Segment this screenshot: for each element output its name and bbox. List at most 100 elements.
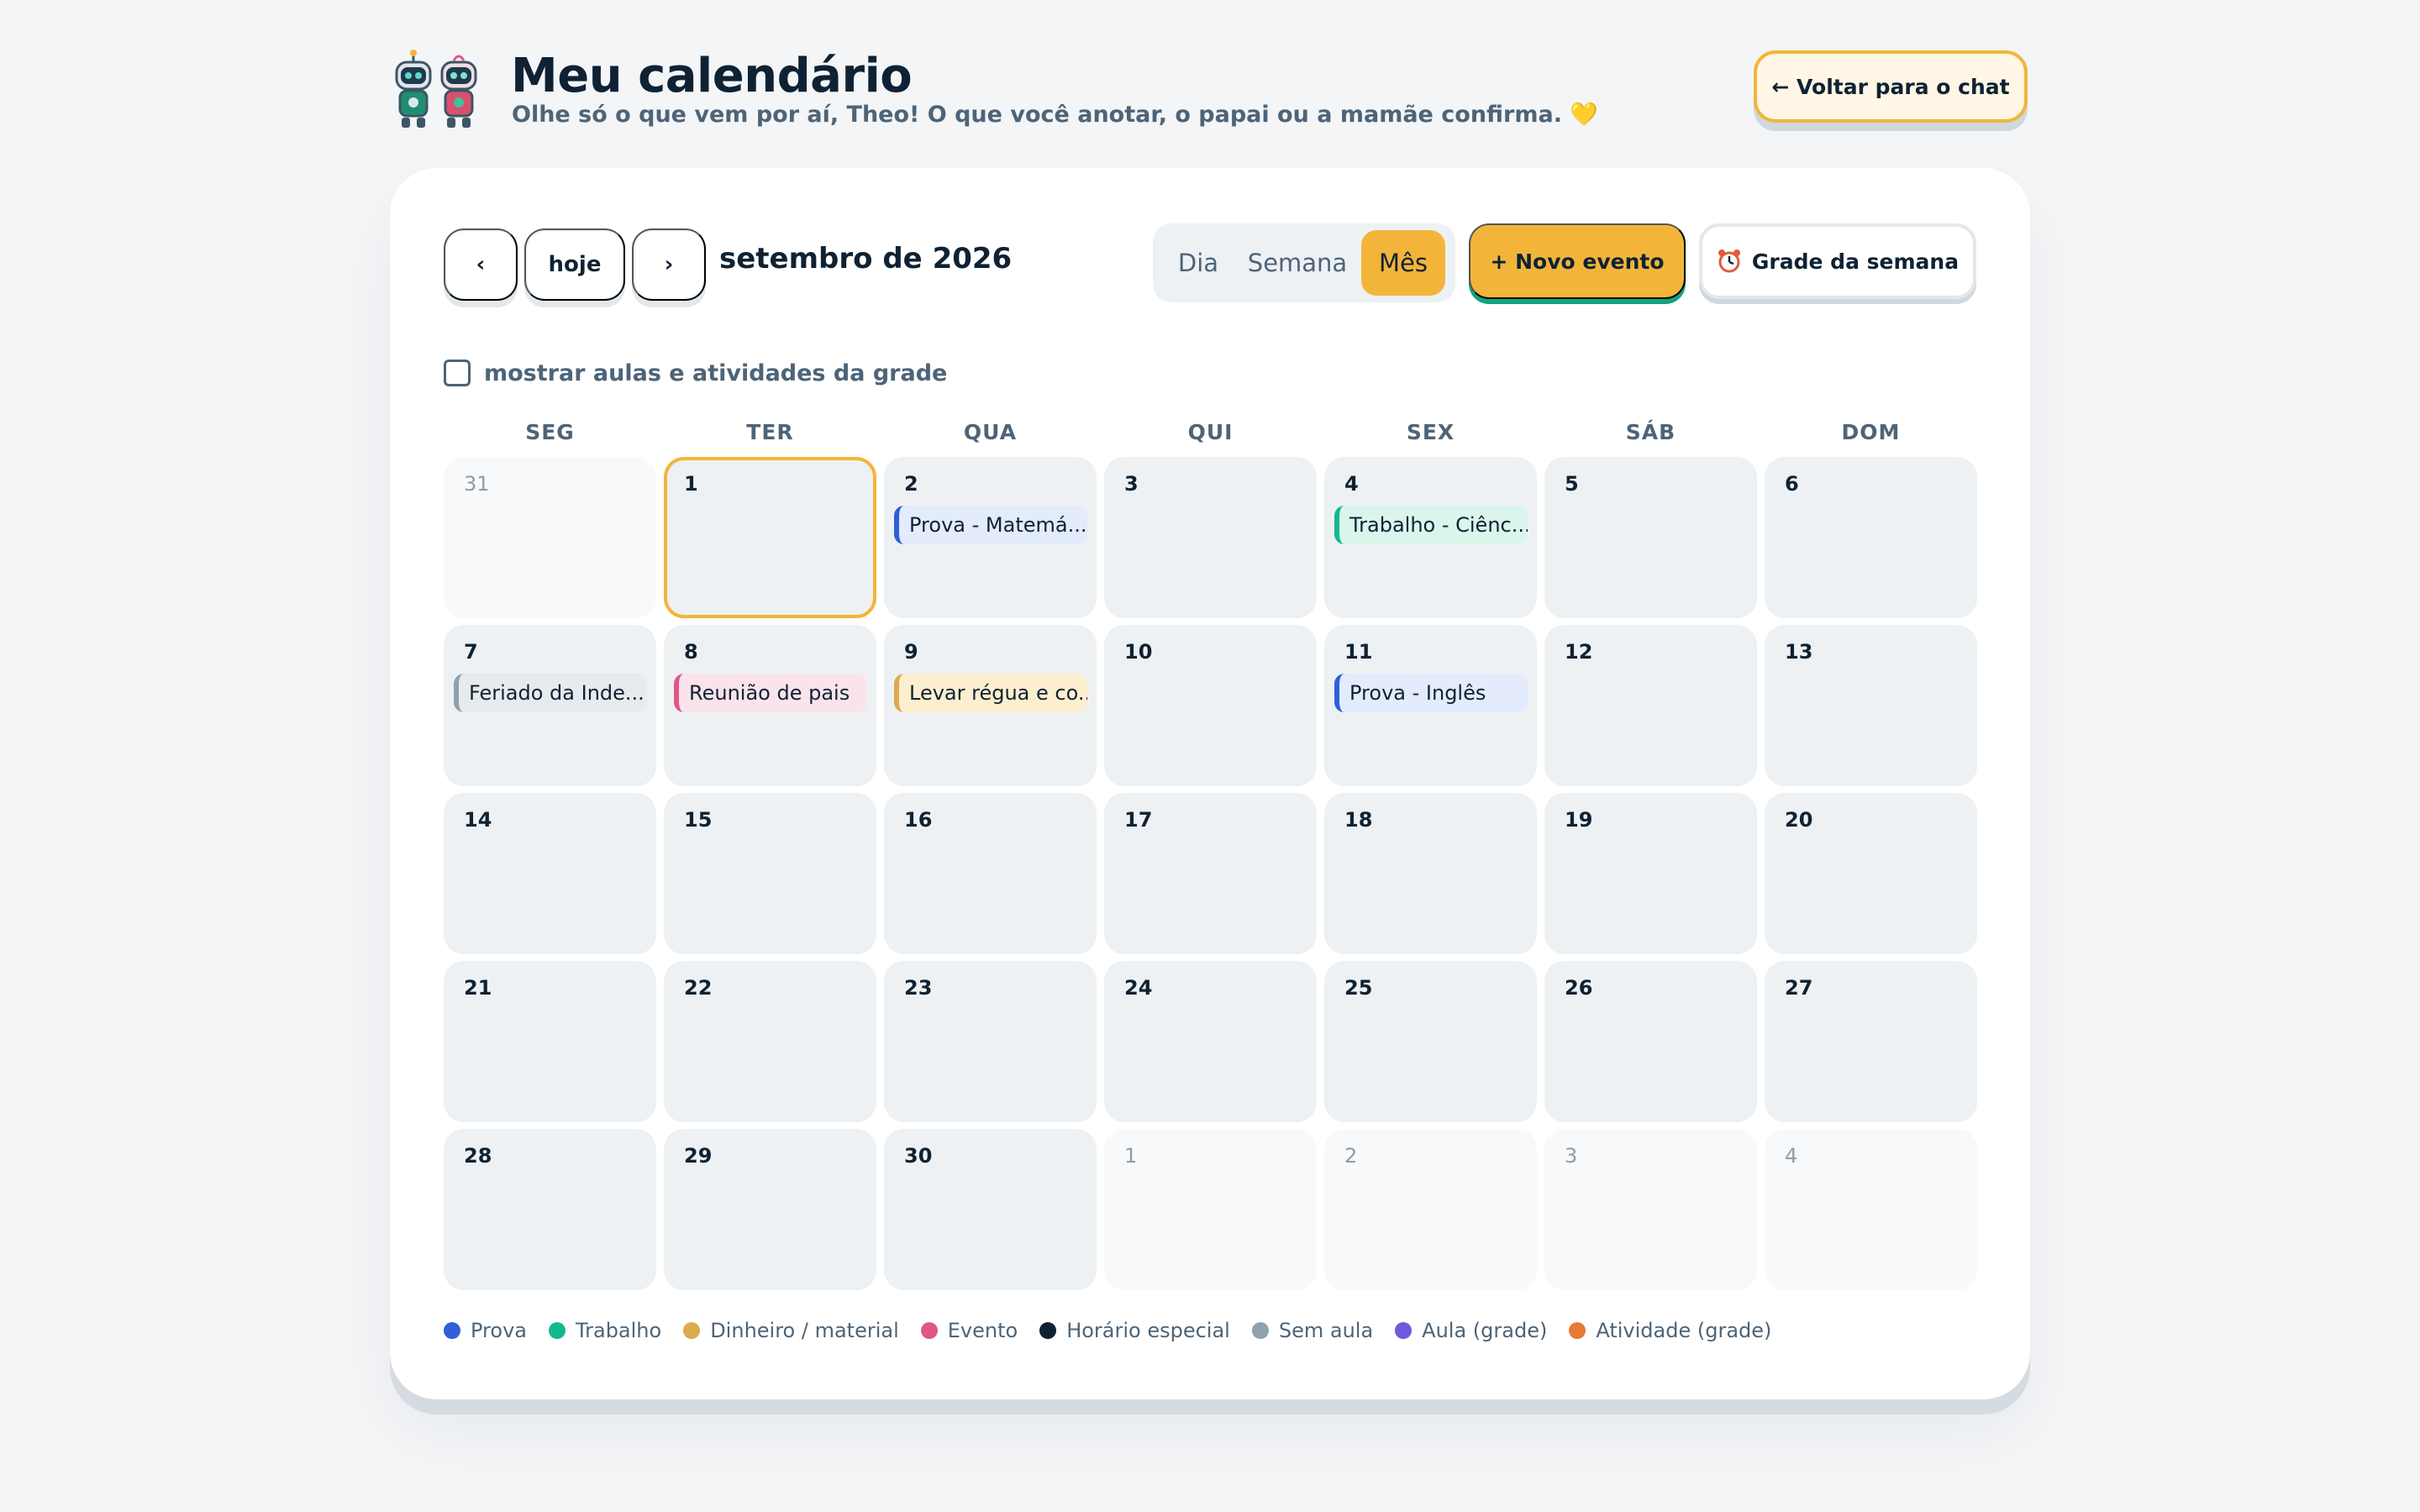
weekday-label: TER — [746, 420, 794, 444]
day-number: 22 — [684, 976, 713, 1000]
weekday-label: QUA — [963, 420, 1018, 444]
day-cell[interactable]: 31 — [444, 457, 656, 618]
day-cell[interactable]: 13 — [1765, 625, 1977, 786]
day-cell[interactable]: 5 — [1544, 457, 1757, 618]
weekday-label: SEX — [1406, 420, 1455, 444]
day-cell[interactable]: 14 — [444, 793, 656, 954]
day-number: 3 — [1565, 1144, 1578, 1168]
today-button[interactable]: hoje — [524, 228, 625, 301]
legend-label: Atividade (grade) — [1596, 1319, 1772, 1342]
day-cell[interactable]: 21 — [444, 961, 656, 1122]
day-number: 11 — [1344, 640, 1373, 664]
day-cell[interactable]: 1 — [1104, 1129, 1317, 1290]
day-cell[interactable]: 25 — [1324, 961, 1537, 1122]
day-cell[interactable]: 10 — [1104, 625, 1317, 786]
legend-item: Horário especial — [1039, 1319, 1230, 1342]
day-cell[interactable]: 3 — [1104, 457, 1317, 618]
day-cell[interactable]: 24 — [1104, 961, 1317, 1122]
page-subtitle: Olhe só o que vem por aí, Theo! O que vo… — [512, 102, 1598, 128]
legend-item: Prova — [444, 1319, 527, 1342]
current-month-label: setembro de 2026 — [719, 242, 1013, 276]
category-legend: Prova Trabalho Dinheiro / material Evento Ho… — [444, 1315, 1793, 1346]
legend-label: Sem aula — [1278, 1319, 1374, 1342]
day-cell[interactable]: 27 — [1765, 961, 1977, 1122]
day-cell[interactable]: 20 — [1765, 793, 1977, 954]
day-cell[interactable]: 22 — [664, 961, 876, 1122]
day-number: 31 — [464, 472, 490, 496]
day-number: 30 — [904, 1144, 933, 1168]
day-number: 21 — [464, 976, 492, 1000]
day-number: 18 — [1344, 808, 1373, 832]
event-chip[interactable]: Prova - Matemá... — [894, 506, 1087, 544]
legend-label: Evento — [947, 1319, 1018, 1342]
day-cell[interactable]: 18 — [1324, 793, 1537, 954]
event-chip[interactable]: Prova - Inglês — [1334, 674, 1528, 712]
day-cell[interactable]: 28 — [444, 1129, 656, 1290]
legend-item: Trabalho — [548, 1319, 662, 1342]
day-cell[interactable]: 12 — [1544, 625, 1757, 786]
weekday-header: SEG TER QUA QUI SEX SÁB DOM — [444, 420, 1978, 454]
week-grid-label: Grade da semana — [1751, 249, 1960, 274]
day-cell[interactable]: 16 — [884, 793, 1097, 954]
legend-item: Dinheiro / material — [683, 1319, 899, 1342]
day-cell[interactable]: 4 — [1765, 1129, 1977, 1290]
day-number: 16 — [904, 808, 933, 832]
day-number: 17 — [1124, 808, 1153, 832]
day-number: 14 — [464, 808, 492, 832]
day-cell[interactable]: 2 Prova - Matemá... — [884, 457, 1097, 618]
day-cell[interactable]: 15 — [664, 793, 876, 954]
day-cell[interactable]: 17 — [1104, 793, 1317, 954]
day-cell[interactable]: 6 — [1765, 457, 1977, 618]
prev-month-button[interactable]: ‹ — [444, 228, 518, 301]
day-number: 26 — [1565, 976, 1593, 1000]
day-cell-today[interactable]: 1 — [664, 457, 876, 618]
view-week-tab[interactable]: Semana — [1240, 230, 1355, 296]
day-cell[interactable]: 7 Feriado da Inde... — [444, 625, 656, 786]
view-month-tab[interactable]: Mês — [1361, 230, 1445, 296]
day-number: 15 — [684, 808, 713, 832]
page-header: Meu calendário Olhe só o que vem por aí,… — [390, 47, 2028, 139]
day-number: 23 — [904, 976, 933, 1000]
day-cell[interactable]: 19 — [1544, 793, 1757, 954]
legend-dot-icon — [920, 1322, 938, 1339]
day-cell[interactable]: 2 — [1324, 1129, 1537, 1290]
event-chip[interactable]: Trabalho - Ciênc... — [1334, 506, 1528, 544]
day-cell[interactable]: 8 Reunião de pais — [664, 625, 876, 786]
week-grid-button[interactable]: Grade da semana — [1699, 223, 1976, 299]
day-cell[interactable]: 9 Levar régua e co... — [884, 625, 1097, 786]
legend-dot-icon — [1569, 1322, 1586, 1339]
day-cell[interactable]: 4 Trabalho - Ciênc... — [1324, 457, 1537, 618]
day-number: 12 — [1565, 640, 1593, 664]
new-event-button[interactable]: + Novo evento — [1469, 223, 1686, 299]
day-number: 19 — [1565, 808, 1593, 832]
day-number: 7 — [464, 640, 478, 664]
view-day-tab[interactable]: Dia — [1163, 230, 1234, 296]
page-title: Meu calendário — [511, 49, 913, 103]
event-chip[interactable]: Reunião de pais — [674, 674, 867, 712]
grid-toggle[interactable]: mostrar aulas e atividades da grade — [444, 356, 947, 390]
day-number: 3 — [1124, 472, 1139, 496]
event-chip[interactable]: Feriado da Inde... — [454, 674, 647, 712]
day-cell[interactable]: 3 — [1544, 1129, 1757, 1290]
next-month-button[interactable]: › — [632, 228, 706, 301]
view-switcher: Dia Semana Mês — [1153, 223, 1455, 302]
day-number: 10 — [1124, 640, 1153, 664]
event-chip[interactable]: Levar régua e co... — [894, 674, 1087, 712]
day-cell[interactable]: 29 — [664, 1129, 876, 1290]
legend-label: Horário especial — [1066, 1319, 1230, 1342]
day-number: 28 — [464, 1144, 492, 1168]
legend-dot-icon — [683, 1322, 701, 1339]
grid-toggle-label: mostrar aulas e atividades da grade — [484, 360, 948, 386]
day-cell[interactable]: 26 — [1544, 961, 1757, 1122]
legend-label: Trabalho — [575, 1319, 662, 1342]
day-cell[interactable]: 11 Prova - Inglês — [1324, 625, 1537, 786]
legend-label: Dinheiro / material — [710, 1319, 899, 1342]
day-cell[interactable]: 23 — [884, 961, 1097, 1122]
day-number: 9 — [904, 640, 918, 664]
day-number: 1 — [1124, 1144, 1138, 1168]
legend-label: Prova — [471, 1319, 527, 1342]
grid-toggle-checkbox[interactable] — [444, 360, 471, 386]
day-cell[interactable]: 30 — [884, 1129, 1097, 1290]
day-number: 2 — [1344, 1144, 1358, 1168]
back-to-chat-button[interactable]: ← Voltar para o chat — [1754, 50, 2028, 123]
